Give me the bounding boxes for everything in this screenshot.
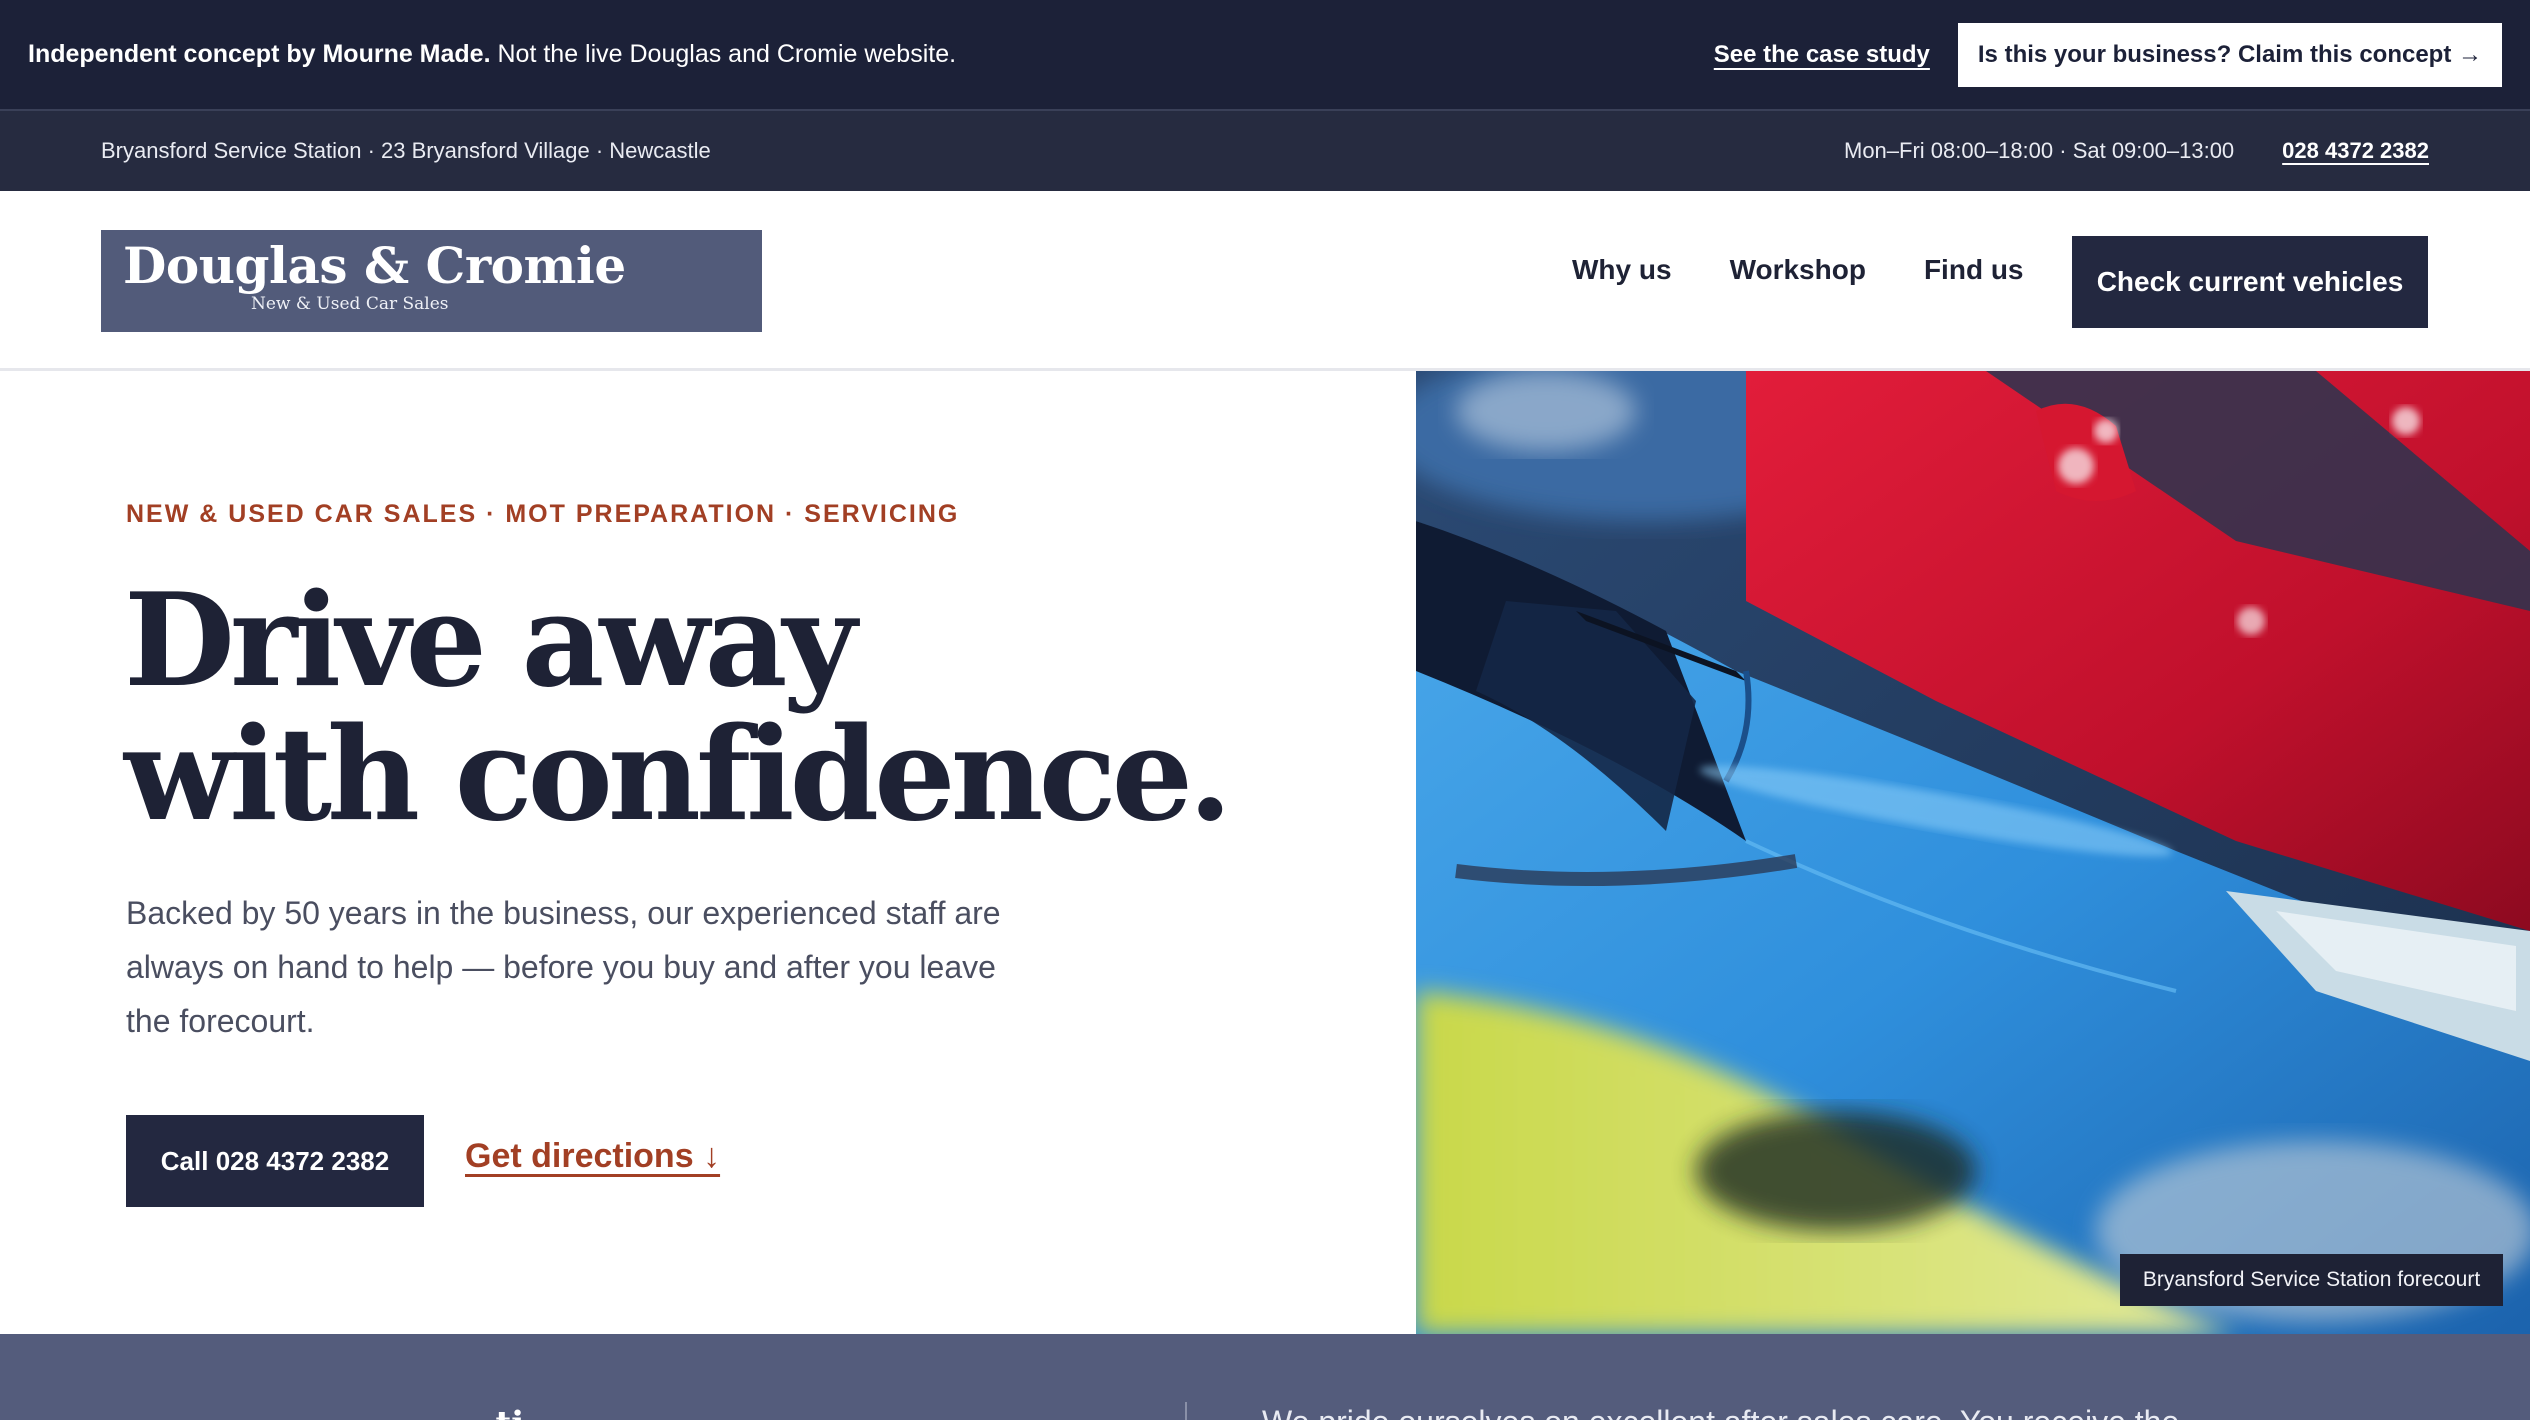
hero-photo: Bryansford Service Station forecourt [1416, 371, 2530, 1334]
section-intro-text: We pride ourselves on excellent after sa… [1262, 1404, 2179, 1420]
site-header: Douglas & Cromie New & Used Car Sales Wh… [0, 191, 2530, 371]
phone-link[interactable]: 028 4372 2382 [2282, 138, 2429, 164]
concept-notice-strong: Independent concept by Mourne Made. [28, 40, 491, 68]
check-vehicles-button[interactable]: Check current vehicles [2072, 236, 2428, 328]
main-nav: Why us Workshop Find us [1572, 254, 2024, 286]
hero-eyebrow: NEW & USED CAR SALES · MOT PREPARATION ·… [126, 500, 960, 528]
hero-headline: Drive away with confidence. [124, 566, 1233, 850]
hero-section: NEW & USED CAR SALES · MOT PREPARATION ·… [0, 374, 1416, 1334]
section-heading: ...ti... [460, 1404, 560, 1420]
hero-description: Backed by 50 years in the business, our … [126, 895, 1001, 1039]
logo[interactable]: Douglas & Cromie New & Used Car Sales [101, 230, 762, 332]
address-text: Bryansford Service Station · 23 Bryansfo… [101, 138, 711, 163]
info-bar: Bryansford Service Station · 23 Bryansfo… [0, 111, 2530, 191]
section-divider [1185, 1402, 1187, 1420]
get-directions-link[interactable]: Get directions ↓ [465, 1137, 720, 1176]
concept-notice: Independent concept by Mourne Made. Not … [28, 40, 1714, 69]
case-study-link[interactable]: See the case study [1714, 41, 1930, 69]
logo-name: Douglas & Cromie [123, 236, 626, 295]
hero-headline-line-1: Drive away [124, 566, 857, 716]
nav-item-workshop[interactable]: Workshop [1730, 254, 1866, 286]
claim-concept-button[interactable]: Is this your business? Claim this concep… [1957, 22, 2502, 87]
opening-hours: Mon–Fri 08:00–18:00 · Sat 09:00–13:00 [1844, 138, 2235, 163]
concept-banner: Independent concept by Mourne Made. Not … [0, 0, 2530, 111]
concept-notice-rest: Not the live Douglas and Cromie website. [497, 40, 957, 68]
call-button[interactable]: Call 028 4372 2382 [126, 1115, 424, 1207]
why-us-strip: ...ti... We pride ourselves on excellent… [0, 1334, 2530, 1420]
logo-tagline: New & Used Car Sales [251, 294, 449, 314]
photo-caption: Bryansford Service Station forecourt [2120, 1254, 2503, 1306]
nav-item-why-us[interactable]: Why us [1572, 254, 1672, 286]
hero-headline-line-2: with confidence. [124, 700, 1233, 850]
forecourt-cars-image [1416, 371, 2530, 1334]
nav-item-find-us[interactable]: Find us [1924, 254, 2024, 286]
